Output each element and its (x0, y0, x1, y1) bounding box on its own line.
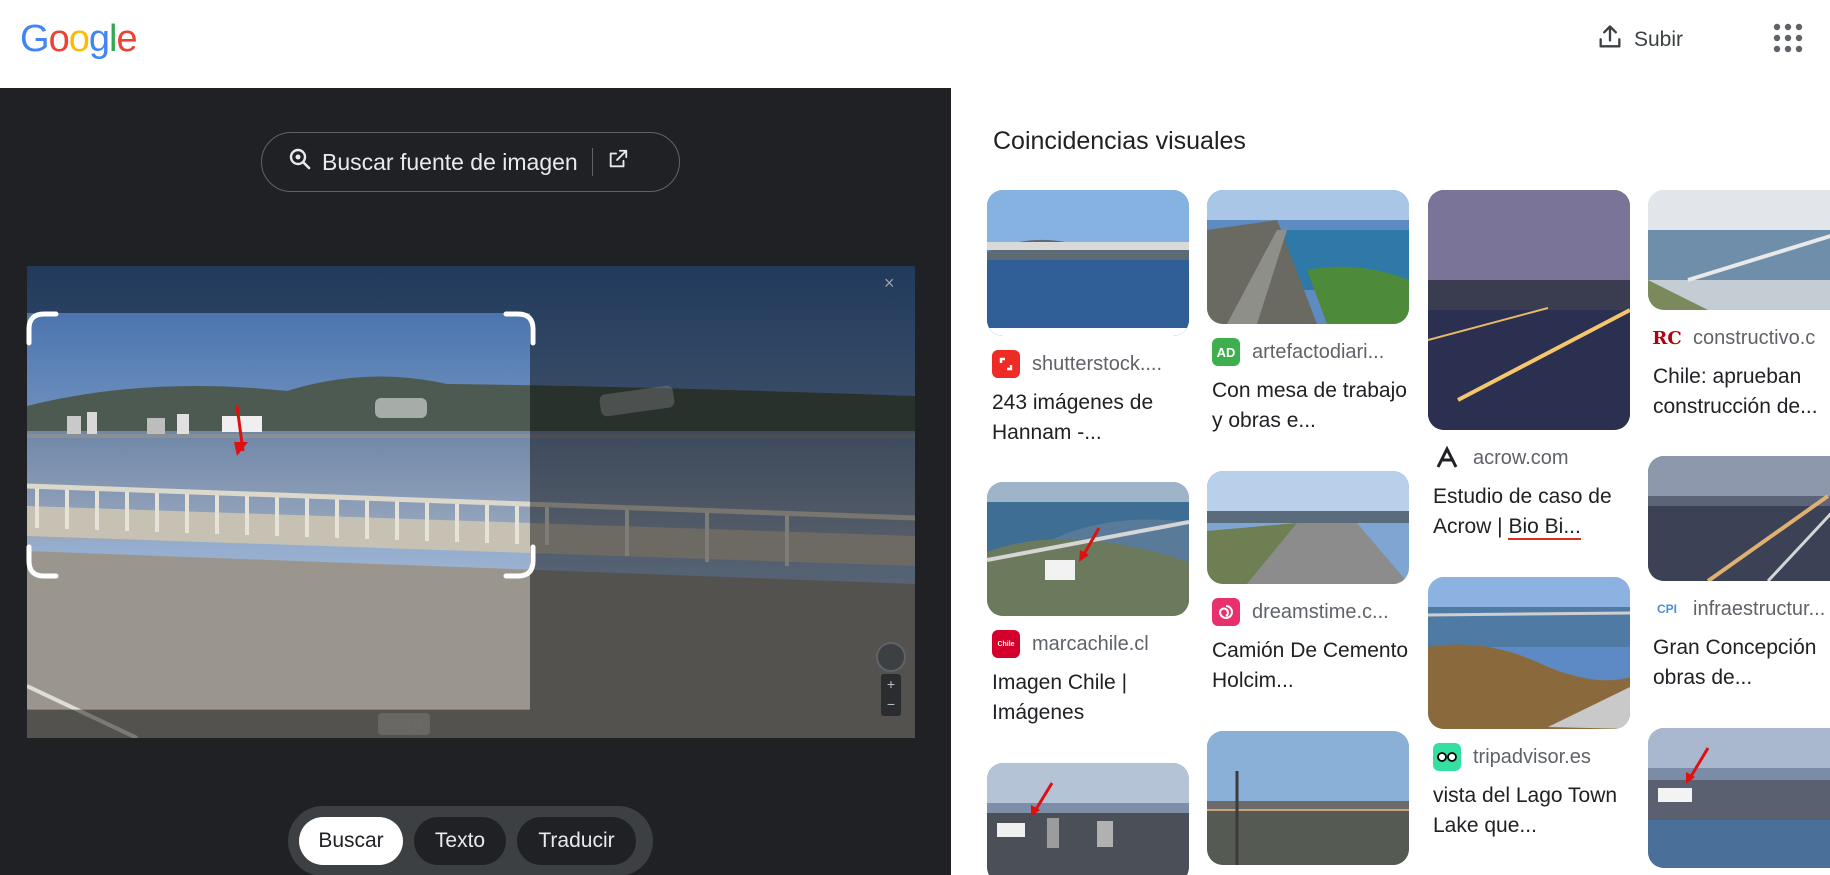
result-thumbnail[interactable] (987, 482, 1189, 616)
top-bar: Google Subir (0, 0, 1830, 88)
result-thumbnail[interactable] (1207, 731, 1409, 865)
result-card[interactable]: AD artefactodiari... Con mesa de trabajo… (1207, 190, 1409, 436)
result-thumbnail[interactable] (987, 763, 1189, 875)
result-title: Estudio de caso de Acrow | Bio Bi... (1433, 485, 1612, 540)
open-in-new-icon (607, 148, 629, 176)
result-thumbnail[interactable] (1648, 190, 1830, 310)
result-title: Gran Concepción obras de... (1653, 636, 1817, 689)
close-icon[interactable]: × (884, 273, 895, 294)
result-thumbnail[interactable] (987, 190, 1189, 336)
apps-grid-icon[interactable] (1772, 22, 1804, 54)
zoom-out-button[interactable]: − (881, 694, 901, 714)
dreamstime-favicon-icon (1212, 598, 1240, 626)
result-site: dreamstime.c... (1252, 600, 1389, 623)
result-card[interactable]: Chile marcachile.cl Imagen Chile | Imáge… (987, 482, 1189, 728)
shutterstock-favicon-icon (992, 350, 1020, 378)
result-card[interactable]: shutterstock.... 243 imágenes de Hannam … (987, 190, 1189, 448)
result-card[interactable]: CPI infraestructur... Gran Concepción ob… (1648, 456, 1830, 693)
result-title: Con mesa de trabajo y obras e... (1212, 379, 1407, 432)
result-card[interactable] (987, 763, 1189, 875)
result-thumbnail[interactable] (1648, 456, 1830, 581)
result-card[interactable] (1648, 728, 1830, 868)
tripadvisor-favicon-icon (1433, 743, 1461, 771)
upload-icon (1596, 23, 1624, 57)
result-title: 243 imágenes de Hannam -... (992, 391, 1154, 444)
result-site: infraestructur... (1693, 597, 1826, 620)
constructivo-favicon-icon: RC (1652, 324, 1682, 352)
result-title: Chile: aprueban construcción de... (1653, 365, 1818, 418)
result-title: vista del Lago Town Lake que... (1433, 784, 1618, 837)
result-card[interactable] (1207, 731, 1409, 865)
artefacto-favicon-icon: AD (1212, 338, 1240, 366)
acrow-favicon-icon (1433, 444, 1461, 472)
marcachile-favicon-icon: Chile (992, 630, 1020, 658)
pegman-icon[interactable] (876, 642, 906, 672)
google-watermark: Google (378, 713, 430, 735)
google-logo[interactable]: Google (20, 18, 138, 61)
result-thumbnail[interactable] (1207, 471, 1409, 584)
zoom-control[interactable]: + − (881, 674, 901, 716)
result-thumbnail[interactable] (1428, 577, 1630, 729)
crop-selection-frame[interactable] (26, 311, 536, 579)
result-card[interactable]: tripadvisor.es vista del Lago Town Lake … (1428, 577, 1630, 841)
upload-label: Subir (1634, 28, 1684, 51)
highlighted-term: Bio Bi... (1508, 515, 1581, 540)
result-site: constructivo.c (1693, 326, 1816, 349)
result-card[interactable]: RC constructivo.c Chile: aprueban constr… (1648, 190, 1830, 422)
find-image-source-button[interactable]: Buscar fuente de imagen (261, 132, 680, 192)
infraestructura-favicon-icon: CPI (1653, 595, 1681, 623)
divider (591, 148, 593, 176)
find-image-source-label: Buscar fuente de imagen (322, 148, 578, 175)
result-thumbnail[interactable] (1428, 190, 1630, 430)
result-site: marcachile.cl (1032, 632, 1149, 655)
result-site: shutterstock.... (1032, 352, 1163, 375)
result-site: artefactodiari... (1252, 340, 1385, 363)
lens-mode-selector: Buscar Texto Traducir (288, 806, 653, 875)
result-card[interactable]: acrow.com Estudio de caso de Acrow | Bio… (1428, 190, 1630, 542)
visual-matches-heading: Coincidencias visuales (993, 127, 1246, 155)
result-thumbnail[interactable] (1207, 190, 1409, 324)
result-thumbnail[interactable] (1648, 728, 1830, 868)
result-title: Imagen Chile | Imágenes (992, 671, 1128, 724)
mode-text-button[interactable]: Texto (414, 817, 506, 865)
results-panel: Coincidencias visuales shutterstock.... … (951, 88, 1830, 875)
result-card[interactable]: dreamstime.c... Camión De Cemento Holcim… (1207, 471, 1409, 696)
result-site: tripadvisor.es (1473, 745, 1591, 768)
result-title: Camión De Cemento Holcim... (1212, 639, 1409, 692)
mode-search-button[interactable]: Buscar (299, 817, 403, 865)
zoom-in-button[interactable]: + (881, 674, 901, 694)
lens-search-icon (288, 147, 312, 177)
mode-translate-button[interactable]: Traducir (517, 817, 636, 865)
result-site: acrow.com (1473, 446, 1569, 469)
upload-button[interactable]: Subir (1596, 20, 1683, 60)
